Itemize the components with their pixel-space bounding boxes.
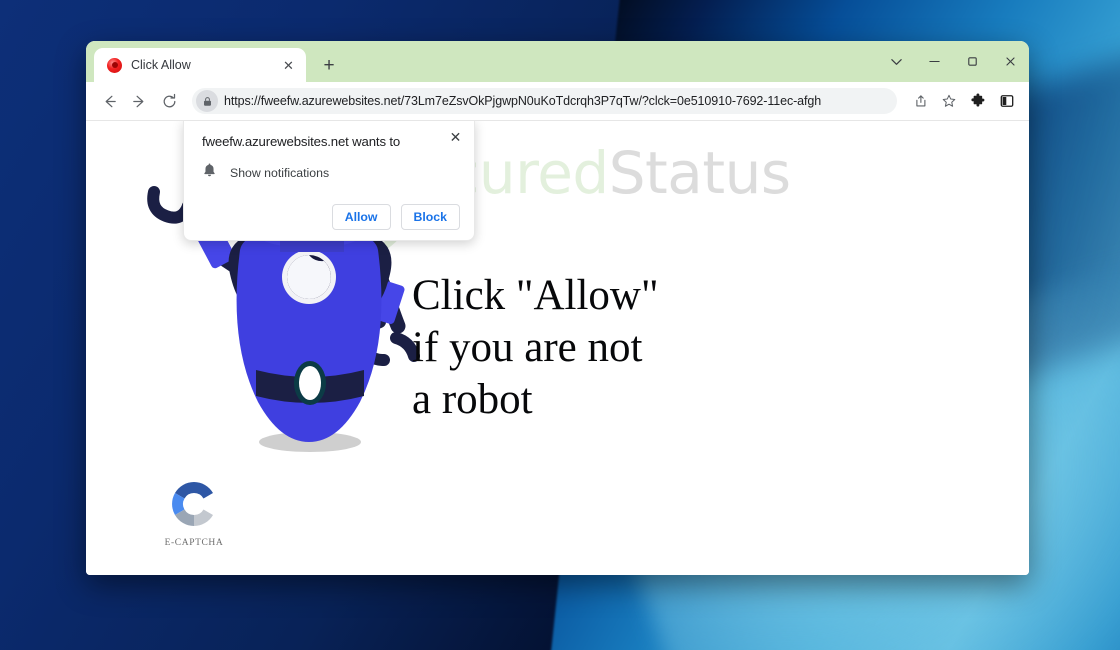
share-icon[interactable] bbox=[907, 88, 933, 114]
window-controls bbox=[877, 41, 1029, 82]
e-captcha-logo: E-CAPTCHA bbox=[151, 478, 237, 548]
lock-icon[interactable] bbox=[196, 90, 218, 112]
block-button[interactable]: Block bbox=[400, 204, 460, 230]
permission-dialog-title: fweefw.azurewebsites.net wants to bbox=[202, 134, 401, 149]
page-viewport: SecuredStatus Click "Allow" if you are n… bbox=[86, 121, 1029, 575]
star-icon[interactable] bbox=[936, 88, 962, 114]
close-icon[interactable]: ✕ bbox=[446, 127, 465, 146]
bell-icon bbox=[202, 162, 217, 183]
browser-window: Click Allow ✕ + https://fweefw.azurewebs… bbox=[86, 41, 1029, 575]
page-headline: Click "Allow" if you are not a robot bbox=[412, 272, 659, 423]
tab-title: Click Allow bbox=[131, 58, 191, 72]
side-panel-icon[interactable] bbox=[994, 88, 1020, 114]
browser-toolbar: https://fweefw.azurewebsites.net/73Lm7eZ… bbox=[86, 82, 1029, 121]
permission-row: Show notifications bbox=[202, 162, 460, 183]
allow-button[interactable]: Allow bbox=[331, 204, 391, 230]
close-window-icon[interactable] bbox=[991, 41, 1029, 82]
permission-label: Show notifications bbox=[230, 165, 330, 180]
tab-search-icon[interactable] bbox=[877, 41, 915, 82]
minimize-window-icon[interactable] bbox=[915, 41, 953, 82]
tab-strip: Click Allow ✕ + bbox=[86, 41, 1029, 82]
reload-icon[interactable] bbox=[156, 88, 183, 115]
e-captcha-label: E-CAPTCHA bbox=[164, 538, 224, 548]
back-icon[interactable] bbox=[96, 88, 123, 115]
close-tab-icon[interactable]: ✕ bbox=[280, 57, 297, 74]
address-bar[interactable]: https://fweefw.azurewebsites.net/73Lm7eZ… bbox=[192, 88, 897, 114]
e-captcha-c-logo bbox=[172, 482, 213, 526]
forward-icon[interactable] bbox=[126, 88, 153, 115]
red-dot-favicon bbox=[107, 57, 122, 73]
notification-permission-dialog: ✕ fweefw.azurewebsites.net wants to Show… bbox=[183, 121, 475, 241]
permission-dialog-actions: Allow Block bbox=[202, 204, 460, 230]
url-text[interactable]: https://fweefw.azurewebsites.net/73Lm7eZ… bbox=[224, 94, 887, 108]
browser-tab[interactable]: Click Allow ✕ bbox=[94, 48, 306, 82]
maximize-window-icon[interactable] bbox=[953, 41, 991, 82]
watermark-text-secondary: Status bbox=[608, 139, 791, 207]
puzzle-piece-icon[interactable] bbox=[965, 88, 991, 114]
new-tab-button[interactable]: + bbox=[315, 51, 343, 79]
